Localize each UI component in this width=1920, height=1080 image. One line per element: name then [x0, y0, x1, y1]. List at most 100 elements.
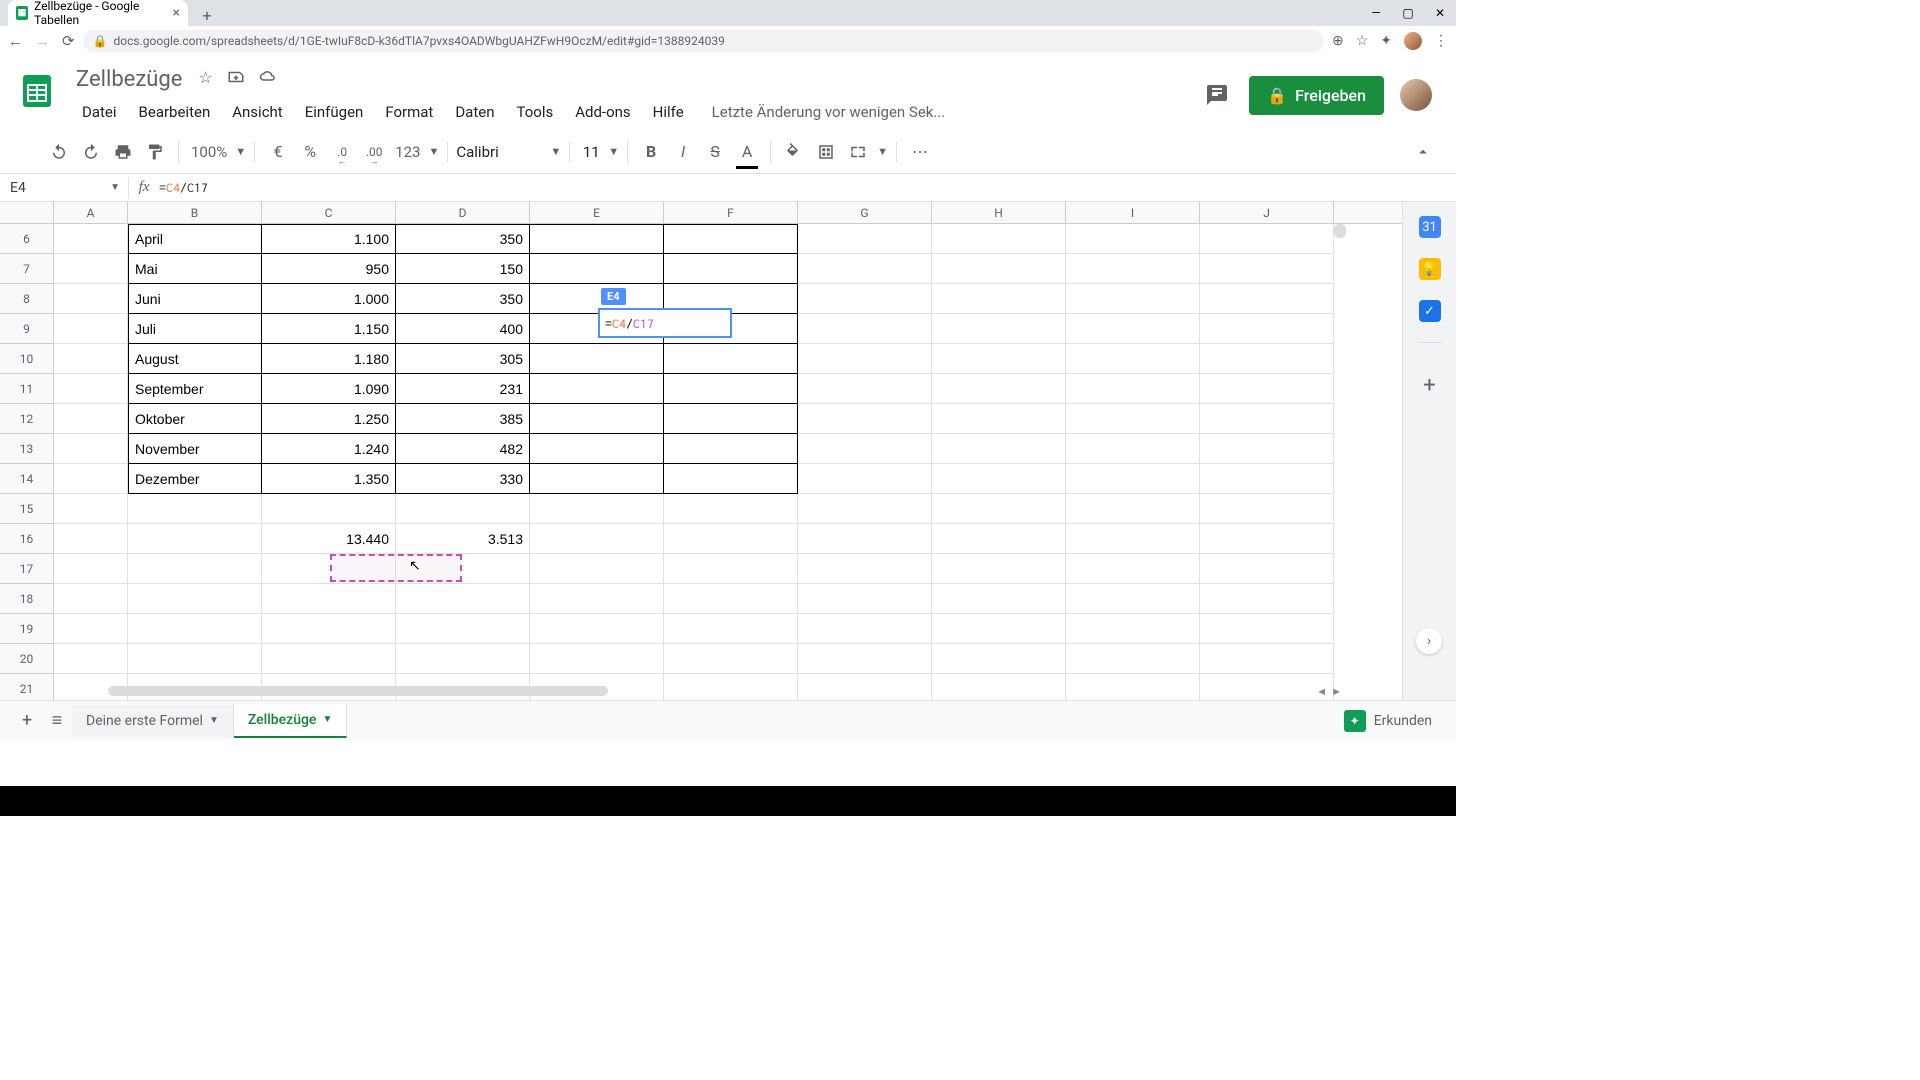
name-box[interactable]: E4▼ — [0, 180, 128, 196]
menu-addons[interactable]: Add-ons — [565, 99, 640, 125]
col-header[interactable]: C — [262, 202, 396, 223]
minimize-button[interactable]: — — [1360, 0, 1392, 26]
cell[interactable]: 1.090 — [262, 374, 396, 404]
cell[interactable] — [54, 614, 128, 644]
cell[interactable] — [530, 344, 664, 374]
cell[interactable] — [262, 494, 396, 524]
cell[interactable] — [530, 584, 664, 614]
cell[interactable] — [54, 344, 128, 374]
menu-insert[interactable]: Einfügen — [295, 99, 374, 125]
cell[interactable] — [54, 494, 128, 524]
cell[interactable] — [1200, 344, 1334, 374]
chevron-down-icon[interactable]: ▼ — [322, 714, 332, 725]
cell[interactable] — [932, 284, 1066, 314]
bookmark-icon[interactable]: ☆ — [1356, 33, 1369, 49]
cell[interactable] — [530, 254, 664, 284]
cell[interactable] — [1066, 614, 1200, 644]
reload-button[interactable]: ⟳ — [62, 32, 75, 50]
cell[interactable]: 350 — [396, 284, 530, 314]
cell[interactable]: April — [128, 224, 262, 254]
cell[interactable] — [1200, 614, 1334, 644]
cell[interactable] — [530, 554, 664, 584]
cell[interactable] — [530, 614, 664, 644]
cell[interactable] — [262, 584, 396, 614]
last-edit-text[interactable]: Letzte Änderung vor wenigen Sek... — [702, 99, 956, 125]
cell[interactable] — [1066, 284, 1200, 314]
cell[interactable] — [1200, 644, 1334, 674]
cell[interactable] — [1066, 644, 1200, 674]
cell[interactable]: 1.350 — [262, 464, 396, 494]
col-header[interactable]: A — [54, 202, 128, 223]
percent-button[interactable]: % — [295, 137, 325, 167]
cell[interactable] — [530, 434, 664, 464]
cell[interactable] — [1200, 314, 1334, 344]
menu-help[interactable]: Hilfe — [643, 99, 694, 125]
cell[interactable] — [664, 344, 798, 374]
editing-cell[interactable]: =C4/C17 — [598, 308, 732, 338]
print-button[interactable] — [108, 137, 138, 167]
cell[interactable] — [932, 644, 1066, 674]
all-sheets-button[interactable]: ≡ — [42, 706, 72, 736]
cell[interactable] — [54, 554, 128, 584]
cell[interactable] — [664, 374, 798, 404]
cell[interactable] — [54, 644, 128, 674]
sheet-tab-active[interactable]: Zellbezüge▼ — [234, 704, 347, 738]
cell[interactable]: September — [128, 374, 262, 404]
cell[interactable] — [54, 524, 128, 554]
cell[interactable] — [932, 374, 1066, 404]
cell[interactable] — [1200, 284, 1334, 314]
cell[interactable] — [1200, 404, 1334, 434]
decrease-decimal-button[interactable]: .0← — [327, 137, 357, 167]
cell[interactable] — [1200, 254, 1334, 284]
cell[interactable] — [932, 464, 1066, 494]
cell[interactable] — [128, 554, 262, 584]
row-header[interactable]: 20 — [0, 644, 54, 674]
row-header[interactable]: 17 — [0, 554, 54, 584]
extensions-icon[interactable]: ✦ — [1380, 33, 1392, 49]
row-header[interactable]: 16 — [0, 524, 54, 554]
row-header[interactable]: 15 — [0, 494, 54, 524]
cell[interactable] — [530, 524, 664, 554]
cell[interactable] — [1200, 224, 1334, 254]
share-button[interactable]: 🔒 Freigeben — [1249, 76, 1384, 115]
cell[interactable] — [932, 344, 1066, 374]
cell[interactable] — [932, 314, 1066, 344]
document-title[interactable]: Zellbezüge — [72, 65, 186, 94]
cell[interactable] — [54, 464, 128, 494]
menu-file[interactable]: Datei — [72, 99, 127, 125]
cell[interactable] — [396, 614, 530, 644]
keep-icon[interactable]: 💡 — [1419, 258, 1441, 280]
row-header[interactable]: 14 — [0, 464, 54, 494]
collapse-toolbar-button[interactable] — [1408, 137, 1438, 167]
cell[interactable] — [128, 494, 262, 524]
menu-view[interactable]: Ansicht — [222, 99, 292, 125]
cell[interactable] — [530, 404, 664, 434]
hide-side-panel-button[interactable]: › — [1416, 628, 1442, 654]
cell[interactable] — [1200, 494, 1334, 524]
cell[interactable] — [932, 584, 1066, 614]
cell[interactable] — [664, 254, 798, 284]
paint-format-button[interactable] — [140, 137, 170, 167]
cell[interactable] — [798, 434, 932, 464]
merge-cells-button[interactable] — [843, 137, 873, 167]
cell[interactable] — [798, 314, 932, 344]
cell[interactable] — [54, 374, 128, 404]
cell[interactable] — [530, 644, 664, 674]
cell[interactable] — [664, 524, 798, 554]
cell[interactable] — [664, 644, 798, 674]
add-sheet-button[interactable]: + — [12, 706, 42, 736]
cell[interactable] — [664, 224, 798, 254]
cell[interactable] — [664, 494, 798, 524]
explore-button[interactable]: ✦ Erkunden — [1332, 704, 1444, 738]
cell[interactable]: 1.100 — [262, 224, 396, 254]
cell[interactable] — [932, 494, 1066, 524]
cell[interactable] — [932, 404, 1066, 434]
row-header[interactable]: 6 — [0, 224, 54, 254]
menu-format[interactable]: Format — [375, 99, 443, 125]
cell[interactable] — [1066, 554, 1200, 584]
move-icon[interactable] — [227, 68, 245, 90]
cell[interactable]: Oktober — [128, 404, 262, 434]
cell[interactable] — [530, 374, 664, 404]
more-button[interactable]: ⋯ — [905, 137, 935, 167]
select-all-corner[interactable] — [0, 202, 54, 223]
